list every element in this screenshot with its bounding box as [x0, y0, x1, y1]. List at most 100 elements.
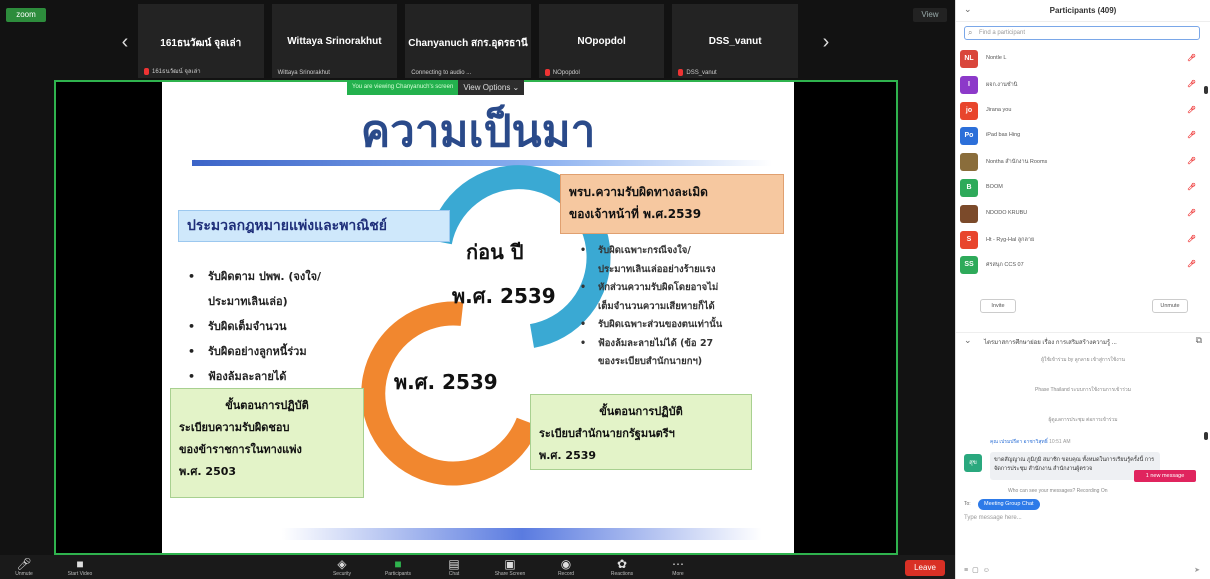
list-item: รับผิดอย่างลูกหนี้ร่วม — [184, 339, 394, 364]
chat-scrollbar[interactable] — [1204, 432, 1208, 440]
video-tile[interactable]: NOpopdol NOpopdol — [538, 4, 665, 78]
list-item: รับผิดตาม ปพพ. (จงใจ/ — [184, 264, 394, 289]
muted-mic-icon[interactable]: 🎤︎ — [1187, 183, 1196, 191]
video-tile[interactable]: DSS_vanut DSS_vanut — [672, 4, 798, 78]
more-dots-icon: ⋯ — [672, 557, 684, 571]
participant-name: ผจก.งานชำนิ — [986, 81, 1018, 88]
participant-name: Nontha สำนักงาน Rooms — [986, 159, 1048, 166]
chat-header: ⌄ ไตรมาสการศึกษาย่อย เรื่อง การเสริมสร้า… — [956, 332, 1210, 348]
participant-row[interactable]: NDODO KRUBU 🎤︎ — [956, 201, 1210, 227]
video-tile[interactable]: Wittaya Srinorakhut Wittaya Srinorakhut — [271, 4, 398, 78]
shield-icon: ◈ — [337, 557, 347, 571]
video-tile-label: NOpopdol — [544, 69, 580, 76]
panel-header: ⌄ Participants (409) — [956, 0, 1210, 22]
tort-act-list: รับผิดเฉพาะกรณีจงใจ/ประมาทเลินเล่ออย่างร… — [576, 242, 786, 372]
participant-row[interactable]: jo Jirana you 🎤︎ — [956, 98, 1210, 124]
video-thumbnails: 161ธนวัฒน์ จุลเล่า 161ธนวัฒน์ จุลเล่า Witt… — [138, 4, 798, 80]
start-video-button[interactable]: ■ Start Video — [62, 557, 98, 577]
emoji-icon[interactable]: ☺ — [983, 567, 994, 574]
view-options-button[interactable]: View Options ⌄ — [458, 80, 525, 95]
next-page-arrow-icon[interactable]: › — [815, 30, 837, 54]
video-tile[interactable]: 161ธนวัฒน์ จุลเล่า 161ธนวัฒน์ จุลเล่า — [138, 4, 264, 78]
video-tile-name: DSS_vanut — [708, 36, 762, 47]
participant-row[interactable]: SS ศรสนุก CCS 07 🎤︎ — [956, 252, 1210, 278]
participant-row[interactable]: NL Nontle L 🎤︎ — [956, 46, 1210, 72]
file-icon[interactable]: ▢ — [972, 567, 983, 574]
prev-page-arrow-icon[interactable]: ‹ — [114, 30, 136, 54]
participant-name: Jirana you — [986, 106, 1012, 113]
system-message: ผู้ดูแลการประชุม ต่อการเข้าร่วม — [1048, 417, 1118, 423]
avatar: Po — [960, 127, 978, 146]
video-tile-name: Chanyanuch สกร.อุดรธานี — [408, 38, 528, 49]
participant-search-input[interactable]: Find a participant — [964, 26, 1200, 40]
privacy-note[interactable]: Who can see your messages? Recording On — [1008, 488, 1108, 494]
chat-input[interactable]: Type message here... — [964, 515, 1202, 555]
list-item: ของระเบียบสำนักนายกฯ) — [598, 356, 703, 367]
participant-row[interactable]: I ผจก.งานชำนิ 🎤︎ — [956, 72, 1210, 98]
leave-button[interactable]: Leave — [905, 560, 945, 576]
participant-name: NDODO KRUBU — [986, 209, 1028, 216]
procedure-line: ระเบียบความรับผิดชอบ — [179, 421, 290, 434]
share-screen-button[interactable]: ▣ Share Screen — [492, 557, 528, 577]
more-button[interactable]: ⋯ More — [660, 557, 696, 577]
shared-screen-frame: ความเป็นมา ประมวลกฎหมายแพ่งและพาณิชย์ พร… — [54, 80, 898, 555]
procedure-line: ระเบียบสำนักนายกรัฐมนตรีฯ — [539, 427, 675, 440]
avatar: B — [960, 178, 978, 197]
participants-button[interactable]: ■ Participants — [380, 557, 416, 577]
participant-row[interactable]: S Ht - Ryg-Hal ลูกลาย 🎤︎ — [956, 227, 1210, 253]
muted-mic-icon[interactable]: 🎤︎ — [1187, 209, 1196, 217]
participant-row[interactable]: Po iPad bas Hing 🎤︎ — [956, 123, 1210, 149]
participant-name: Nontle L — [986, 55, 1007, 61]
unmute-me-button[interactable]: Unmute — [1152, 299, 1188, 313]
chat-button[interactable]: ▤ Chat — [436, 557, 472, 577]
ring-label-before-year: พ.ศ. 2539 — [452, 284, 556, 308]
muted-mic-icon[interactable]: 🎤︎ — [1187, 80, 1196, 88]
video-tile[interactable]: Chanyanuch สกร.อุดรธานี Connecting to aud… — [405, 4, 531, 78]
muted-mic-icon[interactable]: 🎤︎ — [1187, 131, 1196, 139]
muted-mic-icon[interactable]: 🎤︎ — [1187, 235, 1196, 243]
procedure-line: ของข้าราชการในทางแพ่ง — [179, 443, 302, 456]
invite-button[interactable]: Invite — [980, 299, 1016, 313]
muted-mic-icon[interactable]: 🎤︎ — [1187, 260, 1196, 268]
ring-label-after-year: พ.ศ. 2539 — [394, 370, 498, 394]
avatar: jo — [960, 101, 978, 120]
participant-scrollbar[interactable] — [1204, 86, 1208, 94]
video-tile-label: Wittaya Srinorakhut — [277, 70, 330, 76]
view-mode-button[interactable]: View — [913, 8, 947, 22]
unmute-button[interactable]: 🎤︎ Unmute — [6, 557, 42, 577]
muted-mic-icon — [544, 69, 550, 76]
muted-mic-icon[interactable]: 🎤︎ — [1187, 54, 1196, 62]
viewing-screen-note: You are viewing Chanyanuch's screen — [347, 80, 459, 95]
chevron-down-icon[interactable]: ⌄ — [964, 335, 972, 346]
bottom-accent-line — [282, 528, 762, 540]
procedure-line: พ.ศ. 2539 — [539, 449, 597, 462]
popout-icon[interactable]: ⧉ — [1196, 335, 1202, 346]
security-button[interactable]: ◈ Security — [324, 557, 360, 577]
participant-row[interactable]: B BOOM 🎤︎ — [956, 175, 1210, 201]
avatar: I — [960, 75, 978, 94]
muted-mic-icon[interactable]: 🎤︎ — [1187, 106, 1196, 114]
participant-list: NL Nontle L 🎤︎ I ผจก.งานชำนิ 🎤︎ jo Jirana you 🎤︎… — [956, 46, 1210, 278]
procedure-line: ขั้นตอนการปฏิบัติ — [599, 405, 683, 418]
record-button[interactable]: ◉ Record — [548, 557, 584, 577]
procedure-box-2503: ขั้นตอนการปฏิบัติ ระเบียบความรับผิดชอบ ของ… — [170, 388, 364, 498]
new-message-badge[interactable]: 1 new message — [1134, 470, 1196, 482]
panel-title: Participants (409) — [1049, 6, 1117, 15]
list-item: ฟ้องล้มละลายได้ — [184, 364, 394, 389]
muted-mic-icon — [678, 69, 684, 76]
muted-mic-icon[interactable]: 🎤︎ — [1187, 157, 1196, 165]
video-tile-name: NOpopdol — [577, 36, 626, 47]
video-tile-label: Connecting to audio ... — [411, 70, 472, 76]
recipient-selector[interactable]: Meeting Group Chat — [978, 499, 1040, 510]
video-tile-name: Wittaya Srinorakhut — [287, 36, 382, 47]
reactions-button[interactable]: ✿ Reactions — [604, 557, 640, 577]
ring-label-before: ก่อน ปี — [466, 240, 524, 264]
list-item: เต็มจำนวนความเสียหายก็ได้ — [598, 300, 715, 312]
participant-row[interactable]: Nontha สำนักงาน Rooms 🎤︎ — [956, 149, 1210, 175]
participant-name: Ht - Ryg-Hal ลูกลาย — [986, 236, 1035, 243]
send-icon[interactable]: ➤ — [1194, 566, 1200, 574]
format-icon[interactable]: ≡ — [964, 567, 972, 574]
list-item: หักส่วนความรับผิดโดยอาจไม่ — [576, 279, 786, 298]
presentation-slide: ความเป็นมา ประมวลกฎหมายแพ่งและพาณิชย์ พร… — [162, 82, 794, 553]
video-tile-label: 161ธนวัฒน์ จุลเล่า — [144, 66, 201, 76]
